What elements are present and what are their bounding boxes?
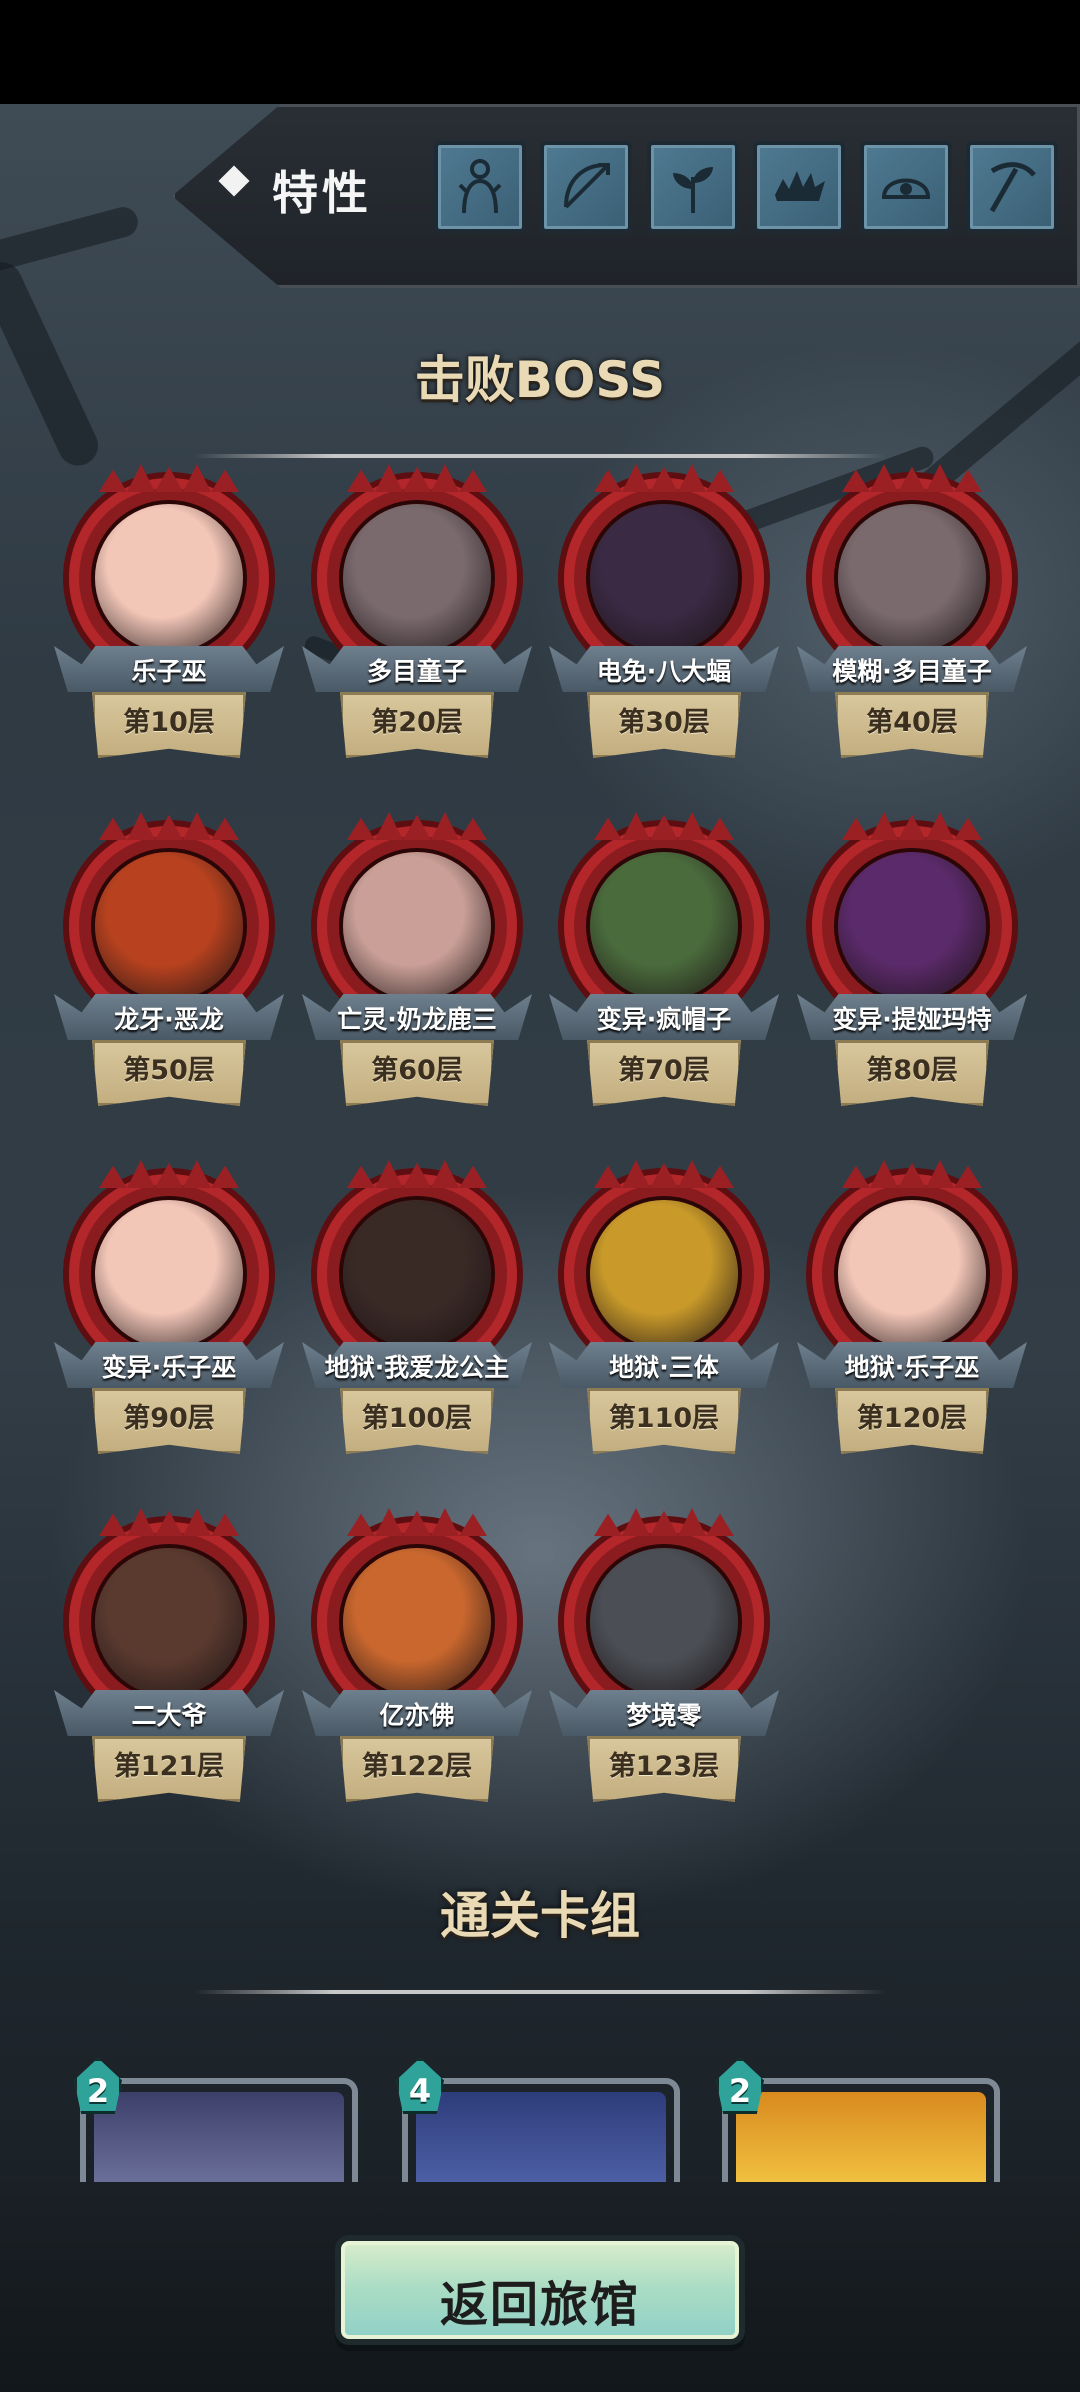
return-to-inn-button[interactable]: 返回旅馆: [335, 2235, 745, 2345]
boss-floor: 第40层: [866, 707, 958, 738]
boss-name: 变异·乐子巫: [101, 1353, 237, 1382]
boss-name: 变异·提娅玛特: [832, 1005, 992, 1034]
boss-floor: 第60层: [371, 1055, 463, 1086]
boss-portrait: [91, 848, 247, 1004]
boss-portrait-art: [343, 1548, 491, 1696]
boss-name: 梦境零: [626, 1701, 702, 1730]
boss-portrait-art: [343, 1200, 491, 1348]
trait-plant-icon[interactable]: [647, 141, 739, 233]
boss-floor: 第10层: [123, 707, 215, 738]
boss-floor: 第123层: [608, 1751, 720, 1782]
boss-card[interactable]: 二大爷第121层: [54, 1522, 284, 1822]
boss-card[interactable]: 亿亦佛第122层: [302, 1522, 532, 1822]
boss-portrait: [834, 848, 990, 1004]
trait-cloud-eye-icon[interactable]: [860, 141, 952, 233]
boss-card[interactable]: 地狱·三体第110层: [549, 1174, 779, 1474]
boss-name: 地狱·我爱龙公主: [324, 1353, 510, 1382]
trait-pickaxe-icon[interactable]: [966, 141, 1058, 233]
boss-floor: 第20层: [371, 707, 463, 738]
boss-name: 地狱·乐子巫: [844, 1353, 980, 1382]
boss-floor: 第100层: [361, 1403, 473, 1434]
boss-name: 地狱·三体: [609, 1353, 719, 1382]
boss-card[interactable]: 龙牙·恶龙第50层: [54, 826, 284, 1126]
trait-bow-arrow-icon[interactable]: [540, 141, 632, 233]
boss-portrait-art: [838, 1200, 986, 1348]
boss-portrait-art: [590, 852, 738, 1000]
boss-floor: 第121层: [113, 1751, 225, 1782]
boss-name: 亡灵·奶龙鹿三: [337, 1005, 497, 1034]
boss-floor: 第120层: [856, 1403, 968, 1434]
card-art: [736, 2092, 986, 2182]
boss-name: 多目童子: [366, 657, 467, 686]
deck-card[interactable]: [402, 2078, 680, 2182]
return-button-label: 返回旅馆: [439, 2277, 640, 2333]
bosses-section-title: 击败BOSS: [414, 351, 666, 409]
boss-portrait-art: [838, 504, 986, 652]
deck-card[interactable]: [80, 2078, 358, 2182]
boss-portrait-art: [343, 852, 491, 1000]
boss-portrait-art: [95, 504, 243, 652]
boss-card[interactable]: 电免·八大蝠 第30层: [549, 478, 779, 778]
boss-portrait: [339, 1544, 495, 1700]
boss-name: 二大爷: [131, 1701, 207, 1730]
boss-name: 乐子巫: [131, 657, 207, 686]
boss-portrait-art: [838, 852, 986, 1000]
boss-portrait: [91, 1196, 247, 1352]
boss-portrait: [91, 500, 247, 656]
boss-portrait-art: [95, 852, 243, 1000]
boss-floor: 第90层: [123, 1403, 215, 1434]
boss-portrait: [586, 1544, 742, 1700]
boss-portrait: [339, 500, 495, 656]
boss-portrait-art: [590, 1200, 738, 1348]
boss-portrait: [834, 1196, 990, 1352]
boss-card[interactable]: 变异·疯帽子 第70层: [549, 826, 779, 1126]
boss-card[interactable]: 变异·提娅玛特 第80层: [797, 826, 1027, 1126]
card-art: [94, 2092, 344, 2182]
boss-floor: 第80层: [866, 1055, 958, 1086]
boss-portrait-art: [590, 504, 738, 652]
boss-portrait: [339, 848, 495, 1004]
boss-card[interactable]: 地狱·我爱龙公主 第100层: [302, 1174, 532, 1474]
boss-floor: 第70层: [618, 1055, 710, 1086]
boss-card[interactable]: 地狱·乐子巫 第120层: [797, 1174, 1027, 1474]
boss-name: 龙牙·恶龙: [114, 1005, 224, 1034]
boss-name: 电免·八大蝠: [596, 657, 732, 686]
boss-portrait-art: [95, 1200, 243, 1348]
bosses-divider: [195, 454, 885, 458]
boss-portrait: [586, 500, 742, 656]
boss-portrait-art: [95, 1548, 243, 1696]
boss-card[interactable]: 模糊·多目童子 第40层: [797, 478, 1027, 778]
boss-card[interactable]: 乐子巫第10层: [54, 478, 284, 778]
boss-floor: 第50层: [123, 1055, 215, 1086]
status-bar: [0, 0, 1080, 104]
boss-portrait: [91, 1544, 247, 1700]
boss-floor: 第122层: [361, 1751, 473, 1782]
boss-portrait: [586, 1196, 742, 1352]
boss-card[interactable]: 多目童子第20层: [302, 478, 532, 778]
deck-card[interactable]: [722, 2078, 1000, 2182]
boss-card[interactable]: 梦境零第123层: [549, 1522, 779, 1822]
card-art: [416, 2092, 666, 2182]
trait-strongman-icon[interactable]: [434, 141, 526, 233]
boss-name: 变异·疯帽子: [596, 1005, 732, 1034]
boss-portrait: [339, 1196, 495, 1352]
traits-label: 特性: [272, 166, 372, 220]
trait-spiky-creature-icon[interactable]: [753, 141, 845, 233]
boss-portrait: [586, 848, 742, 1004]
boss-portrait-art: [590, 1548, 738, 1696]
boss-portrait-art: [343, 504, 491, 652]
boss-floor: 第30层: [618, 707, 710, 738]
boss-name: 模糊·多目童子: [832, 657, 992, 686]
boss-card[interactable]: 亡灵·奶龙鹿三 第60层: [302, 826, 532, 1126]
boss-card[interactable]: 变异·乐子巫 第90层: [54, 1174, 284, 1474]
boss-floor: 第110层: [608, 1403, 720, 1434]
boss-portrait: [834, 500, 990, 656]
deck-section-title: 通关卡组: [440, 1887, 640, 1945]
boss-name: 亿亦佛: [379, 1701, 455, 1730]
deck-divider: [195, 1990, 885, 1994]
